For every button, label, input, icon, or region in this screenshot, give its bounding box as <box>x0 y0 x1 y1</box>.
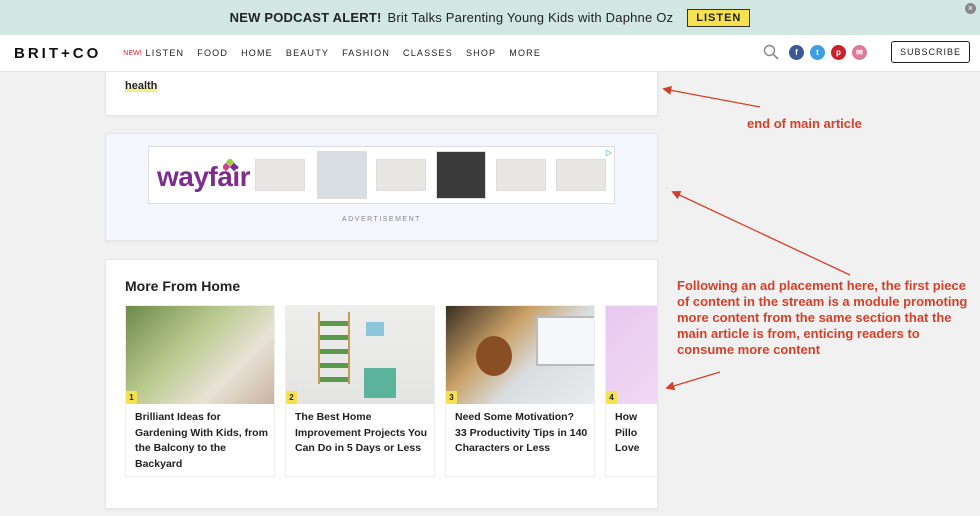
search-icon[interactable] <box>763 44 779 60</box>
nav-item-beauty[interactable]: BEAUTY <box>286 48 329 58</box>
ad-product-image <box>436 151 486 199</box>
more-from-home-module: More From Home 1 Brilliant Ideas for Gar… <box>105 259 658 509</box>
nav-right: f t p ✉ SUBSCRIBE <box>763 41 970 63</box>
new-badge: NEW! <box>123 49 142 57</box>
story-number: 3 <box>446 391 457 404</box>
main-nav: BRIT+CO NEW! LISTEN FOOD HOME BEAUTY FAS… <box>0 35 980 72</box>
article-tag-health[interactable]: health <box>125 80 158 92</box>
story-number: 4 <box>606 391 617 404</box>
story-title[interactable]: How Pillo Love <box>615 410 639 457</box>
ad-product-image <box>556 159 606 191</box>
nav-item-shop[interactable]: SHOP <box>466 48 496 58</box>
listen-button[interactable]: LISTEN <box>687 8 751 27</box>
story-tile[interactable]: 2 The Best Home Improvement Projects You… <box>285 305 435 477</box>
site-logo[interactable]: BRIT+CO <box>14 45 101 62</box>
nav-item-home[interactable]: HOME <box>241 48 273 58</box>
story-number: 2 <box>286 391 297 404</box>
annotation-following-ad: Following an ad placement here, the firs… <box>677 278 968 357</box>
email-icon[interactable]: ✉ <box>851 44 867 60</box>
story-number: 1 <box>126 391 137 404</box>
arrow-to-ad <box>671 190 851 276</box>
story-tile[interactable]: 1 Brilliant Ideas for Gardening With Kid… <box>125 305 275 477</box>
story-title[interactable]: Brilliant Ideas for Gardening With Kids,… <box>135 410 268 472</box>
story-title[interactable]: Need Some Motivation? 33 Productivity Ti… <box>455 410 588 457</box>
ad-product-image <box>376 159 426 191</box>
story-title[interactable]: The Best Home Improvement Projects You C… <box>295 410 428 457</box>
promo-alert: NEW PODCAST ALERT! <box>229 10 382 25</box>
twitter-icon[interactable]: t <box>809 44 825 60</box>
podcast-promo-bar: NEW PODCAST ALERT! Brit Talks Parenting … <box>0 0 980 35</box>
story-image: 3 <box>446 306 594 404</box>
story-tile[interactable]: 3 Need Some Motivation? 33 Productivity … <box>445 305 595 477</box>
article-end-card: health <box>105 71 658 116</box>
arrow-to-module <box>665 371 721 391</box>
story-tile[interactable]: 4 How Pillo Love <box>605 305 657 477</box>
adchoices-icon[interactable]: ▷ <box>606 148 612 157</box>
advertisement-label: ADVERTISEMENT <box>342 216 421 223</box>
pinterest-icon[interactable]: p <box>830 44 846 60</box>
nav-item-classes[interactable]: CLASSES <box>403 48 453 58</box>
subscribe-button[interactable]: SUBSCRIBE <box>890 41 970 63</box>
arrow-to-article-end <box>662 85 761 108</box>
ad-product-image <box>496 159 546 191</box>
story-image: 4 <box>606 306 657 404</box>
wayfair-ad[interactable]: wayfair ▷ <box>148 146 615 204</box>
story-image: 1 <box>126 306 274 404</box>
section-title: More From Home <box>125 278 241 294</box>
nav-item-listen[interactable]: LISTEN <box>146 48 185 58</box>
ad-card: wayfair ▷ ADVERTISEMENT <box>105 133 658 241</box>
nav-item-food[interactable]: FOOD <box>197 48 228 58</box>
close-icon[interactable]: × <box>965 3 976 14</box>
ad-product-image <box>317 151 367 199</box>
wayfair-mark-icon <box>223 159 239 172</box>
nav-item-fashion[interactable]: FASHION <box>342 48 390 58</box>
annotation-end-of-article: end of main article <box>747 116 862 131</box>
promo-text: Brit Talks Parenting Young Kids with Dap… <box>387 10 674 25</box>
ad-product-image <box>255 159 305 191</box>
story-image: 2 <box>286 306 434 404</box>
facebook-icon[interactable]: f <box>788 44 804 60</box>
nav-item-more[interactable]: MORE <box>509 48 541 58</box>
